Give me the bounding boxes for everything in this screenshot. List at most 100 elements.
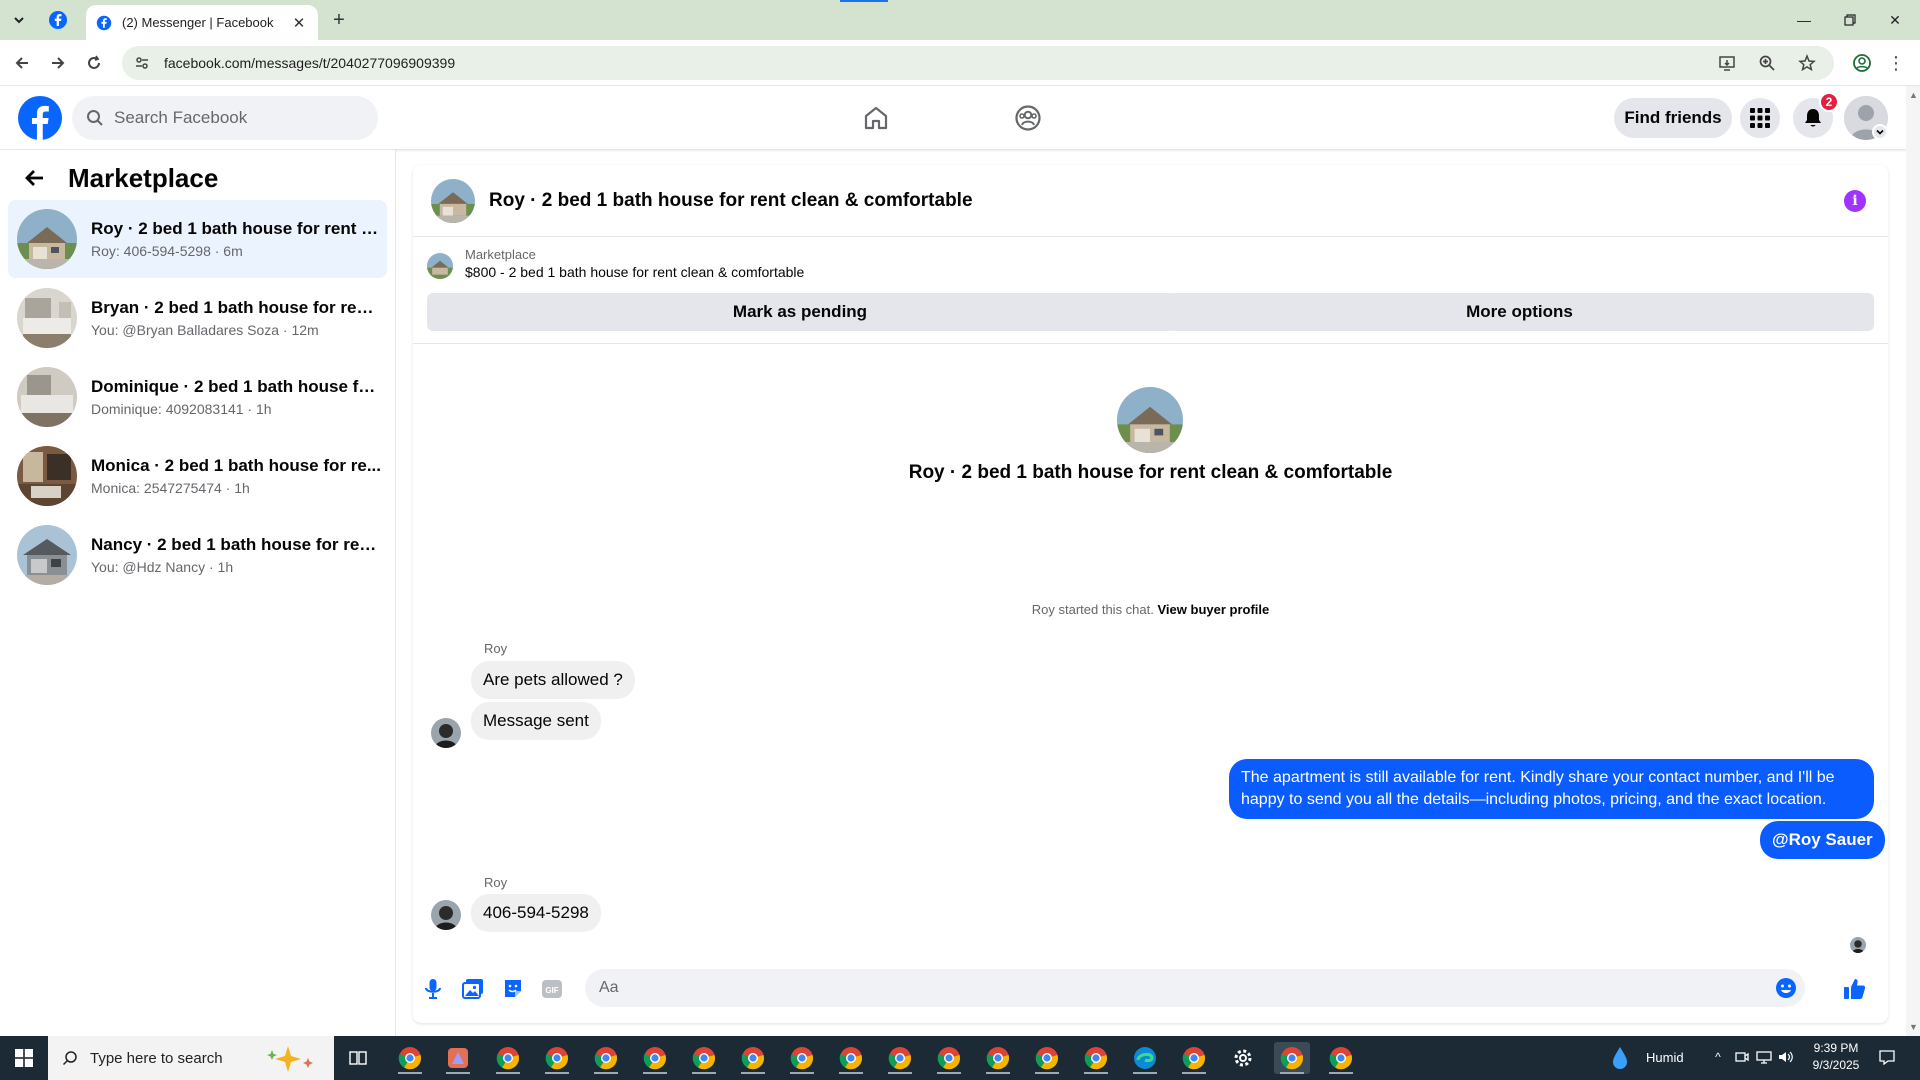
chat-header-thumbnail[interactable] — [431, 178, 475, 223]
emoji-icon[interactable] — [1775, 977, 1797, 999]
chat-started-text: Roy started this chat. — [1031, 602, 1154, 617]
info-icon[interactable]: i — [1844, 190, 1866, 212]
taskbar-app-chrome-profile-2[interactable] — [539, 1042, 575, 1074]
taskbar-search-input[interactable] — [90, 1049, 250, 1067]
address-bar[interactable]: facebook.com/messages/t/2040277096909399 — [122, 46, 1834, 80]
taskbar-app-chrome-profile-8[interactable] — [833, 1042, 869, 1074]
taskbar-app-paint[interactable] — [440, 1042, 476, 1074]
paint-app-icon — [448, 1048, 468, 1068]
taskbar-app-chrome-profile-11[interactable] — [980, 1042, 1016, 1074]
taskbar-app-chrome-profile-15[interactable] — [1323, 1042, 1359, 1074]
meet-now-icon[interactable] — [1733, 1048, 1751, 1066]
chrome-icon — [398, 1047, 422, 1070]
tab-messenger[interactable]: (2) Messenger | Facebook ✕ — [86, 5, 318, 40]
reload-button[interactable] — [82, 51, 106, 75]
chrome-icon — [1084, 1047, 1108, 1070]
send-like-button[interactable] — [1843, 977, 1867, 1001]
start-button[interactable] — [0, 1036, 48, 1080]
taskbar-app-chrome-profile-6[interactable] — [735, 1042, 771, 1074]
install-app-icon[interactable] — [1716, 52, 1738, 74]
outgoing-mention-message[interactable]: @Roy Sauer — [1760, 821, 1885, 859]
listing-summary[interactable]: Marketplace $800 - 2 bed 1 bath house fo… — [427, 247, 804, 280]
conversation-item-bryan[interactable]: Bryan · 2 bed 1 bath house for rent... Y… — [8, 279, 387, 357]
taskbar-app-chrome-profile-10[interactable] — [931, 1042, 967, 1074]
taskbar-app-chrome-profile-7[interactable] — [784, 1042, 820, 1074]
minimize-button[interactable]: — — [1789, 8, 1819, 32]
mark-as-pending-button[interactable]: Mark as pending — [427, 293, 1173, 331]
clock-time[interactable]: 9:39 PM — [1808, 1041, 1864, 1055]
taskbar-app-chrome-active[interactable] — [1274, 1042, 1310, 1074]
chevron-up-icon[interactable]: ^ — [1709, 1048, 1727, 1066]
forward-button[interactable] — [46, 51, 70, 75]
network-icon[interactable] — [1755, 1048, 1773, 1066]
notifications-button[interactable]: 2 — [1793, 92, 1839, 138]
chrome-icon — [986, 1047, 1010, 1070]
zoom-icon[interactable] — [1756, 52, 1778, 74]
taskbar-app-chrome-profile-4[interactable] — [637, 1042, 673, 1074]
message-composer: GIF — [413, 963, 1888, 1015]
taskbar-app-chrome-profile-9[interactable] — [882, 1042, 918, 1074]
restore-button[interactable] — [1835, 8, 1865, 32]
more-options-button[interactable]: More options — [1165, 293, 1874, 331]
taskbar-app-chrome-profile-12[interactable] — [1029, 1042, 1065, 1074]
scroll-up-icon[interactable]: ▲ — [1909, 90, 1918, 100]
taskbar-app-settings[interactable] — [1225, 1042, 1261, 1074]
sender-avatar[interactable] — [431, 718, 461, 748]
browser-menu-button[interactable]: ⋮ — [1884, 51, 1908, 75]
incoming-message[interactable]: Message sent — [471, 702, 601, 740]
message-input[interactable] — [599, 979, 1749, 997]
volume-icon[interactable] — [1777, 1048, 1795, 1066]
sticker-button[interactable] — [501, 977, 525, 1001]
attach-photo-button[interactable] — [461, 977, 485, 1001]
groups-nav-button[interactable] — [1010, 100, 1046, 136]
scroll-down-icon[interactable]: ▼ — [1909, 1022, 1918, 1032]
taskbar-search-box[interactable] — [48, 1036, 334, 1080]
conversation-item-nancy[interactable]: Nancy · 2 bed 1 bath house for ren... Yo… — [8, 516, 387, 594]
taskbar-app-chrome-profile-14[interactable] — [1176, 1042, 1212, 1074]
listing-thumbnail — [17, 525, 77, 585]
menu-button[interactable] — [1740, 98, 1780, 138]
incoming-message[interactable]: Are pets allowed ? — [471, 661, 635, 699]
browser-profile-button[interactable] — [1850, 51, 1874, 75]
gif-button[interactable]: GIF — [540, 977, 564, 1001]
view-buyer-profile-link[interactable]: View buyer profile — [1158, 602, 1270, 617]
facebook-search-input[interactable] — [114, 108, 354, 128]
chat-title[interactable]: Roy · 2 bed 1 bath house for rent clean … — [489, 190, 973, 212]
weather-text[interactable]: Humid — [1646, 1050, 1684, 1065]
outgoing-message[interactable]: The apartment is still available for ren… — [1229, 759, 1874, 819]
bookmark-star-icon[interactable] — [1796, 52, 1818, 74]
tab-search-dropdown[interactable] — [8, 9, 30, 31]
pinned-tab-facebook[interactable] — [48, 10, 68, 30]
facebook-search-box[interactable] — [72, 96, 378, 140]
taskbar-app-chrome-profile-3[interactable] — [588, 1042, 624, 1074]
task-view-button[interactable] — [340, 1042, 376, 1074]
conversation-item-dominique[interactable]: Dominique · 2 bed 1 bath house fo... Dom… — [8, 358, 387, 436]
incoming-message[interactable]: 406-594-5298 — [471, 894, 601, 932]
taskbar-app-chrome-profile-13[interactable] — [1078, 1042, 1114, 1074]
taskbar-app-chrome[interactable] — [392, 1042, 428, 1074]
find-friends-button[interactable]: Find friends — [1614, 98, 1732, 138]
taskbar-app-chrome-profile-5[interactable] — [686, 1042, 722, 1074]
clock-date[interactable]: 9/3/2025 — [1808, 1058, 1864, 1072]
close-tab-icon[interactable]: ✕ — [290, 14, 308, 32]
message-input-box[interactable] — [585, 969, 1805, 1007]
account-caret[interactable] — [1872, 124, 1888, 140]
home-nav-button[interactable] — [858, 100, 894, 136]
grid-menu-icon — [1750, 108, 1770, 128]
facebook-logo[interactable] — [18, 96, 62, 140]
site-info-icon[interactable] — [134, 55, 150, 71]
sender-avatar[interactable] — [431, 900, 461, 930]
voice-clip-button[interactable] — [421, 977, 445, 1001]
notification-center-icon[interactable] — [1878, 1048, 1896, 1066]
taskbar-app-edge[interactable] — [1127, 1042, 1163, 1074]
conversation-preview: Roy: 406-594-5298 · 6m — [91, 243, 243, 259]
weather-droplet-icon[interactable] — [1612, 1046, 1628, 1070]
back-button[interactable] — [10, 51, 34, 75]
conversation-item-roy[interactable]: Roy · 2 bed 1 bath house for rent c... R… — [8, 200, 387, 278]
conversation-item-monica[interactable]: Monica · 2 bed 1 bath house for re... Mo… — [8, 437, 387, 515]
new-tab-button[interactable]: + — [328, 9, 350, 31]
taskbar-app-chrome-profile-1[interactable] — [490, 1042, 526, 1074]
sidebar-back-button[interactable] — [18, 162, 50, 194]
close-window-button[interactable]: ✕ — [1880, 8, 1910, 32]
page-scrollbar[interactable]: ▲ ▼ — [1906, 86, 1920, 1036]
